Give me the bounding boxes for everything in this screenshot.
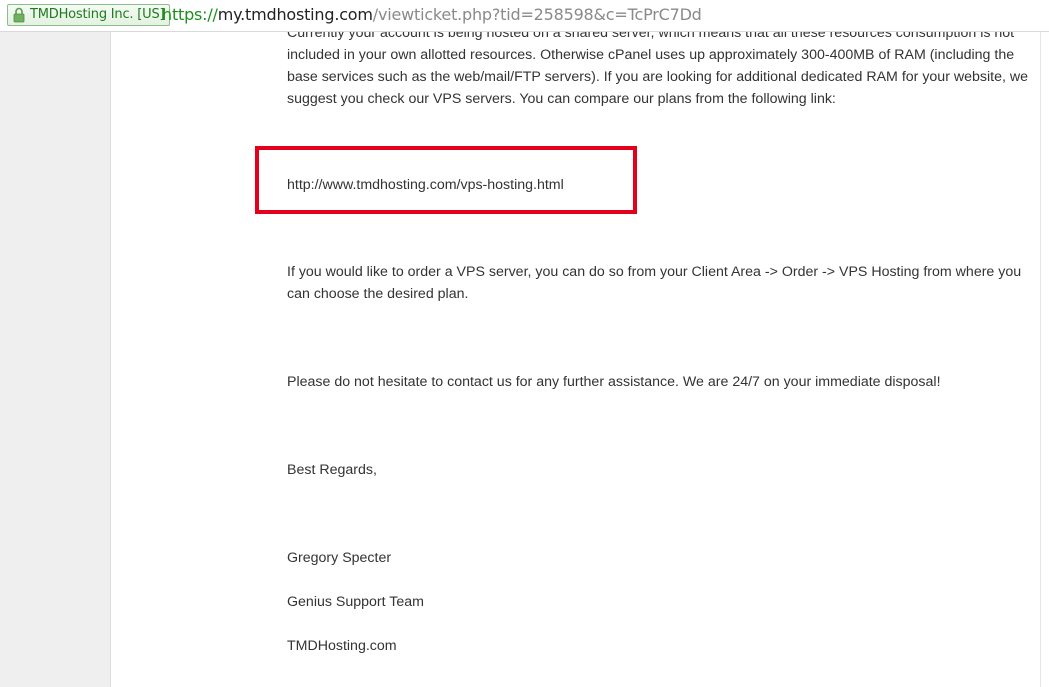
signature-company: TMDHosting.com (287, 638, 397, 654)
signature-name: Gregory Specter (287, 550, 392, 566)
vps-hosting-link[interactable]: http://www.tmdhosting.com/vps-hosting.ht… (287, 174, 564, 196)
left-gutter (0, 32, 111, 687)
message-paragraph-1: Currently your account is being hosted o… (287, 32, 1028, 107)
certificate-badge-label: TMDHosting Inc. [US] (30, 7, 165, 22)
message-paragraph-3: Please do not hesitate to contact us for… (287, 374, 941, 390)
closing-line: Best Regards, (287, 462, 377, 478)
scrollbar-track[interactable] (1040, 32, 1049, 687)
ticket-message: Currently your account is being hosted o… (112, 32, 1040, 687)
url-path: /viewticket.php?tid=258598&c=TcPrC7Dd (372, 5, 702, 24)
lock-icon (13, 7, 25, 23)
url-scheme: https:// (162, 5, 218, 24)
address-bar[interactable]: TMDHosting Inc. [US] https://my.tmdhosti… (0, 0, 1049, 32)
signature-team: Genius Support Team (287, 594, 424, 610)
url-field[interactable]: https://my.tmdhosting.com/viewticket.php… (162, 4, 702, 26)
message-paragraph-2: If you would like to order a VPS server,… (287, 264, 1022, 302)
certificate-badge[interactable]: TMDHosting Inc. [US] (7, 4, 171, 26)
url-host: my.tmdhosting.com (217, 5, 373, 24)
